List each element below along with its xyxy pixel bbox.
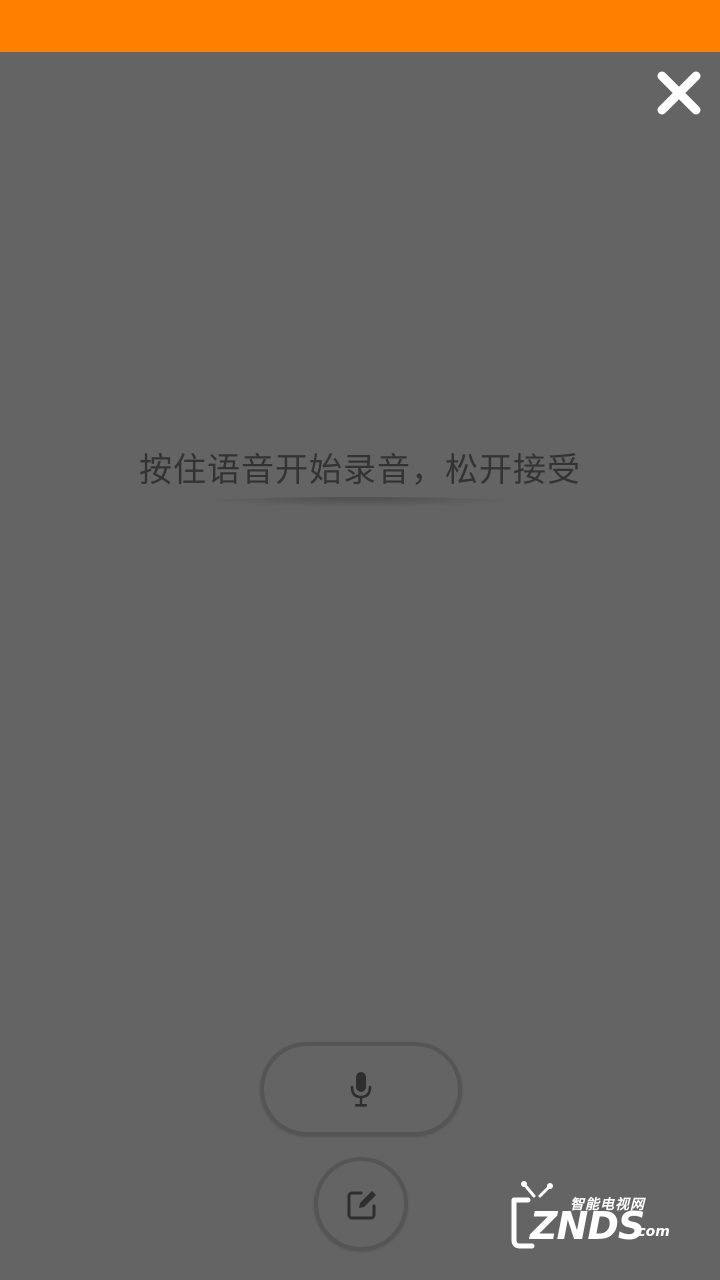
znds-watermark: 智能电视网 ZNDS .com [508,1180,680,1252]
hint-shadow [200,497,520,507]
edit-icon [347,1191,376,1220]
text-input-button[interactable] [314,1157,408,1251]
close-icon [657,71,701,115]
hint-container: 按住语音开始录音，松开接受 [0,440,720,500]
hint-text: 按住语音开始录音，松开接受 [139,450,581,489]
microphone-icon [350,1072,372,1107]
watermark-domain-suffix: .com [632,1224,670,1240]
close-button[interactable] [652,66,706,120]
watermark-logo-text: ZNDS [530,1204,645,1248]
status-bar [0,0,720,52]
voice-record-button[interactable] [260,1042,462,1136]
